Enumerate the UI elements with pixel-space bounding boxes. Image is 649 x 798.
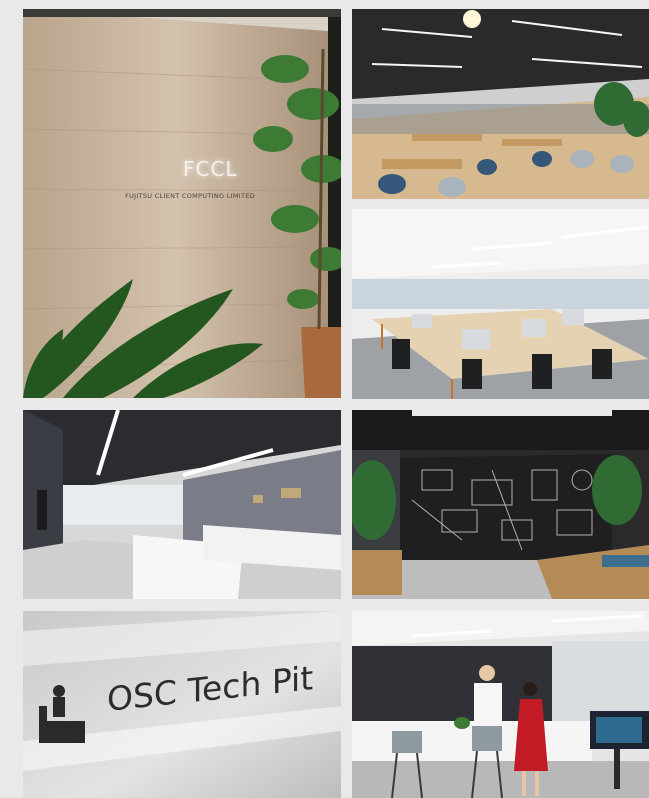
reception-wall-photo: FCCL FUJITSU CLIENT COMPUTING LIMITED: [23, 9, 341, 398]
tech-pit-sign-photo: OSC Tech Pit: [23, 611, 341, 798]
office-desks-photo: [352, 209, 649, 399]
showroom-corridor-photo: [23, 410, 341, 599]
illustrated-wall-lounge-photo: [352, 410, 649, 599]
open-office-lounge-photo: [352, 9, 649, 199]
service-counter-photo: [352, 611, 649, 798]
company-name-text: FUJITSU CLIENT COMPUTING LIMITED: [125, 192, 255, 200]
fccl-logo-text: FCCL: [183, 157, 238, 181]
